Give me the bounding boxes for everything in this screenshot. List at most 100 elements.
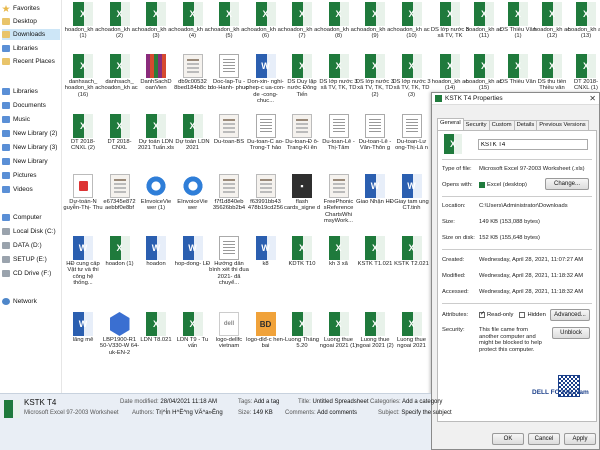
file-item[interactable]: Xkh 3 xã xyxy=(320,236,358,267)
file-item[interactable]: EInvoiceVie wer (1) xyxy=(137,174,175,212)
categories-value[interactable]: Add a category xyxy=(402,399,442,405)
nav-item-cd-drive-f[interactable]: CD Drive (F:) xyxy=(2,268,51,279)
nav-item-new-library-2[interactable]: New Library (2) xyxy=(2,128,57,139)
file-item[interactable]: X Luong thue ngoai 2021 (1) xyxy=(320,312,358,350)
file-item[interactable]: W Giao Nhận HĐ xyxy=(356,174,394,205)
file-item[interactable]: X DT 2018- CNXL (1) xyxy=(567,54,600,92)
file-item[interactable]: W Giay tam ung CT.tinh xyxy=(393,174,431,212)
nav-item-music[interactable]: Music xyxy=(2,114,30,125)
file-item[interactable]: Xdanhsach_ hoadon_kh ac (16) xyxy=(64,54,102,98)
file-item[interactable]: X DS Duy lập nước Đông Tiến xyxy=(283,54,321,98)
tab-previous-versions[interactable]: Previous Versions xyxy=(536,120,589,130)
tab-custom[interactable]: Custom xyxy=(488,120,515,130)
file-item[interactable]: Hướng dẫn bình xét thi đua 2021- đã chuy… xyxy=(209,236,249,287)
file-item[interactable]: Xhoadon_kh ac (13) xyxy=(567,2,600,40)
file-item[interactable]: dell logo-dellfc vietnam xyxy=(210,312,248,350)
subject-value[interactable]: Specify the subject xyxy=(401,410,451,416)
file-item[interactable]: X KSTK T2.021 xyxy=(393,236,431,267)
file-item[interactable]: EInvoiceVie wer xyxy=(174,174,212,212)
file-item[interactable]: X Dự toán LDN 2021 xyxy=(174,114,212,152)
nav-item-libraries[interactable]: Libraries xyxy=(2,86,38,97)
file-item[interactable]: DanhSachD oanVien xyxy=(137,54,175,92)
file-item[interactable]: Du-toan-BS xyxy=(210,114,248,145)
file-item[interactable]: X DS lớp nước 3 xã TV, TK, TD xyxy=(319,54,358,92)
file-item[interactable]: X DT 2018- CNXL xyxy=(101,114,139,152)
tab-security[interactable]: Security xyxy=(462,120,490,130)
file-item[interactable]: Whoadon xyxy=(137,236,175,267)
cancel-button[interactable]: Cancel xyxy=(528,433,560,445)
file-item[interactable]: Du-toan-Đ ỗ-Trang-Ki ên xyxy=(283,114,321,152)
nav-item-data-d[interactable]: DATA (D:) xyxy=(2,240,42,251)
file-item[interactable]: X Luong thue ngoai 2021 xyxy=(393,312,431,350)
file-item[interactable]: Dự-toán-N guyễn-Thị- Thu xyxy=(63,174,103,212)
nav-item-recent-places[interactable]: Recent Places xyxy=(2,56,55,67)
file-item[interactable]: X Dự toán LDN 2021 Tuấn.xls xyxy=(137,114,175,152)
file-item[interactable]: ▪ flash cards_signe d xyxy=(283,174,321,212)
tab-details[interactable]: Details xyxy=(513,120,538,130)
file-item[interactable]: Xdanhsach_ hoadon_kh ac xyxy=(101,54,139,92)
file-item[interactable]: X Luong Tháng 5.20 xyxy=(283,312,321,350)
nav-item-favorites[interactable]: Favorites xyxy=(2,3,40,14)
tags-value[interactable]: Add a tag xyxy=(254,399,280,405)
file-item[interactable]: Xhoadon_kh ac (4) xyxy=(174,2,212,40)
file-item[interactable]: Xhoadon_kh ac (9) xyxy=(356,2,394,40)
file-item[interactable]: Xhoadon_kh ac (7) xyxy=(283,2,321,40)
authors-value[interactable]: Trị^Ín H^Ë^ng VÄ^a»Ëng xyxy=(156,410,223,416)
nav-item-network[interactable]: Network xyxy=(2,296,37,307)
nav-item-new-library-3[interactable]: New Library (3) xyxy=(2,142,57,153)
file-item[interactable]: X KSTK T1.021 xyxy=(356,236,394,267)
nav-item-new-library[interactable]: New Library xyxy=(2,156,48,167)
nav-item-libraries[interactable]: Libraries xyxy=(2,43,38,54)
file-item[interactable]: X Luong thue ngoai 2021 (2) xyxy=(356,312,394,350)
nav-item-downloads[interactable]: Downloads xyxy=(2,29,60,40)
file-item[interactable]: Xhoadon_kh ac (8) xyxy=(320,2,358,40)
ok-button[interactable]: OK xyxy=(492,433,524,445)
file-item[interactable]: X DS lớp nước 3 xã TV, TK, TD (2) xyxy=(356,54,394,98)
nav-item-pictures[interactable]: Pictures xyxy=(2,170,36,181)
file-item[interactable]: Wlãng mê xyxy=(64,312,102,343)
dialog-titlebar[interactable]: KSTK T4 Properties ✕ xyxy=(432,93,599,105)
nav-item-videos[interactable]: Videos xyxy=(2,184,33,195)
file-item[interactable]: FreePhonic sReference ChartsWhi msyWork.… xyxy=(320,174,358,225)
file-item[interactable]: Xhoadon_kh ac (1) xyxy=(64,2,102,40)
file-item[interactable]: Wk8 xyxy=(247,236,285,267)
nav-item-setup-e[interactable]: SETUP (E:) xyxy=(2,254,47,265)
file-item[interactable]: Whop-dong- LĐ xyxy=(174,236,212,267)
file-item[interactable]: Du-toan-C ao-Trong-T hảo xyxy=(247,114,285,152)
change-button[interactable]: Change... xyxy=(545,178,589,190)
advanced-button[interactable]: Advanced... xyxy=(550,309,590,321)
file-item[interactable]: Du-toan-Lư ong-Thị-Lâ n xyxy=(393,114,431,152)
file-item[interactable]: Du-toan-Lê -Thị-Tâm xyxy=(320,114,358,152)
file-item[interactable]: Xhoadon_kh ac (10) xyxy=(393,2,431,40)
nav-item-documents[interactable]: Documents xyxy=(2,100,46,111)
file-item[interactable]: W HĐ cung cấp Vật tư và thi công hệ thống… xyxy=(64,236,102,287)
close-icon[interactable]: ✕ xyxy=(589,94,596,103)
unblock-button[interactable]: Unblock xyxy=(552,327,590,339)
file-item[interactable]: Xhoadon_kh ac (6) xyxy=(247,2,285,40)
file-item[interactable]: Xhoadon (1) xyxy=(101,236,139,267)
comments-value[interactable]: Add comments xyxy=(317,410,357,416)
file-item[interactable]: W Don-xin- nghi-phep-c ua-con-de -cong-ch… xyxy=(246,54,285,105)
file-item[interactable]: Xhoadon_kh ac (15) xyxy=(465,54,503,92)
filename-field[interactable] xyxy=(478,139,588,150)
file-item[interactable]: Doc-lap-Tu -do-Hanh- phuc xyxy=(210,54,248,92)
nav-item-local-disk-c[interactable]: Local Disk (C:) xyxy=(2,226,56,237)
file-item[interactable]: e67345e872 aebbf0e8bf xyxy=(101,174,139,212)
file-item[interactable]: BD logo-dlđ-c hen-bai xyxy=(246,312,285,350)
readonly-checkbox[interactable] xyxy=(479,310,485,318)
file-item[interactable]: X KDTK T10 xyxy=(283,236,321,267)
file-item[interactable]: X DT 2018- CNXL (2) xyxy=(64,114,102,152)
file-item[interactable]: Xhoadon_kh ac (5) xyxy=(210,2,248,40)
nav-item-computer[interactable]: Computer xyxy=(2,212,42,223)
hidden-checkbox[interactable] xyxy=(519,312,526,318)
file-item[interactable]: Xhoadon_kh ac (2) xyxy=(101,2,139,40)
tab-general[interactable]: General xyxy=(437,118,464,130)
apply-button[interactable]: Apply xyxy=(564,433,596,445)
nav-item-desktop[interactable]: Desktop xyxy=(2,16,37,27)
file-item[interactable]: X LDN T9 - Tu vấn xyxy=(174,312,212,350)
file-item[interactable]: Xhoadon_kh ac (3) xyxy=(137,2,175,40)
file-item[interactable]: Du-toan-Lê -Văn-Thôn g xyxy=(356,114,394,152)
file-item[interactable]: f7f1d840eb 35626bb2b4 xyxy=(210,174,248,212)
file-item[interactable]: f63991bb43 478b19cd256 xyxy=(247,174,285,212)
title-value[interactable]: Untitled Spreadsheet xyxy=(312,399,368,405)
